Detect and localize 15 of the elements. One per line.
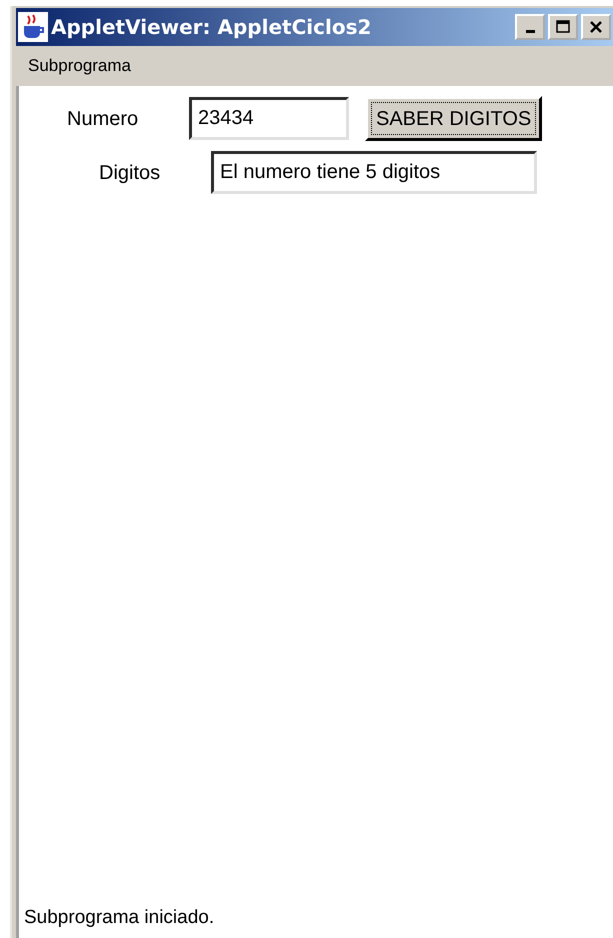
numero-label: Numero — [67, 106, 140, 132]
window-title: AppletViewer: AppletCiclos2 — [51, 15, 372, 39]
saber-digitos-button[interactable]: SABER DIGITOS — [365, 96, 542, 141]
menu-item[interactable]: Subprograma — [26, 53, 134, 79]
numero-field[interactable]: 23434 — [189, 97, 349, 140]
digitos-field[interactable]: El numero tiene 5 digitos — [211, 151, 537, 194]
minimize-button[interactable] — [515, 14, 545, 40]
close-icon — [588, 19, 604, 35]
close-button[interactable] — [581, 14, 611, 40]
minimize-icon — [526, 30, 534, 32]
coffee-cup-icon — [18, 12, 48, 42]
digitos-label: Digitos — [99, 160, 162, 186]
status-text: Subprograma iniciado. — [23, 906, 216, 930]
maximize-button[interactable] — [548, 14, 578, 40]
maximize-icon — [555, 19, 571, 35]
